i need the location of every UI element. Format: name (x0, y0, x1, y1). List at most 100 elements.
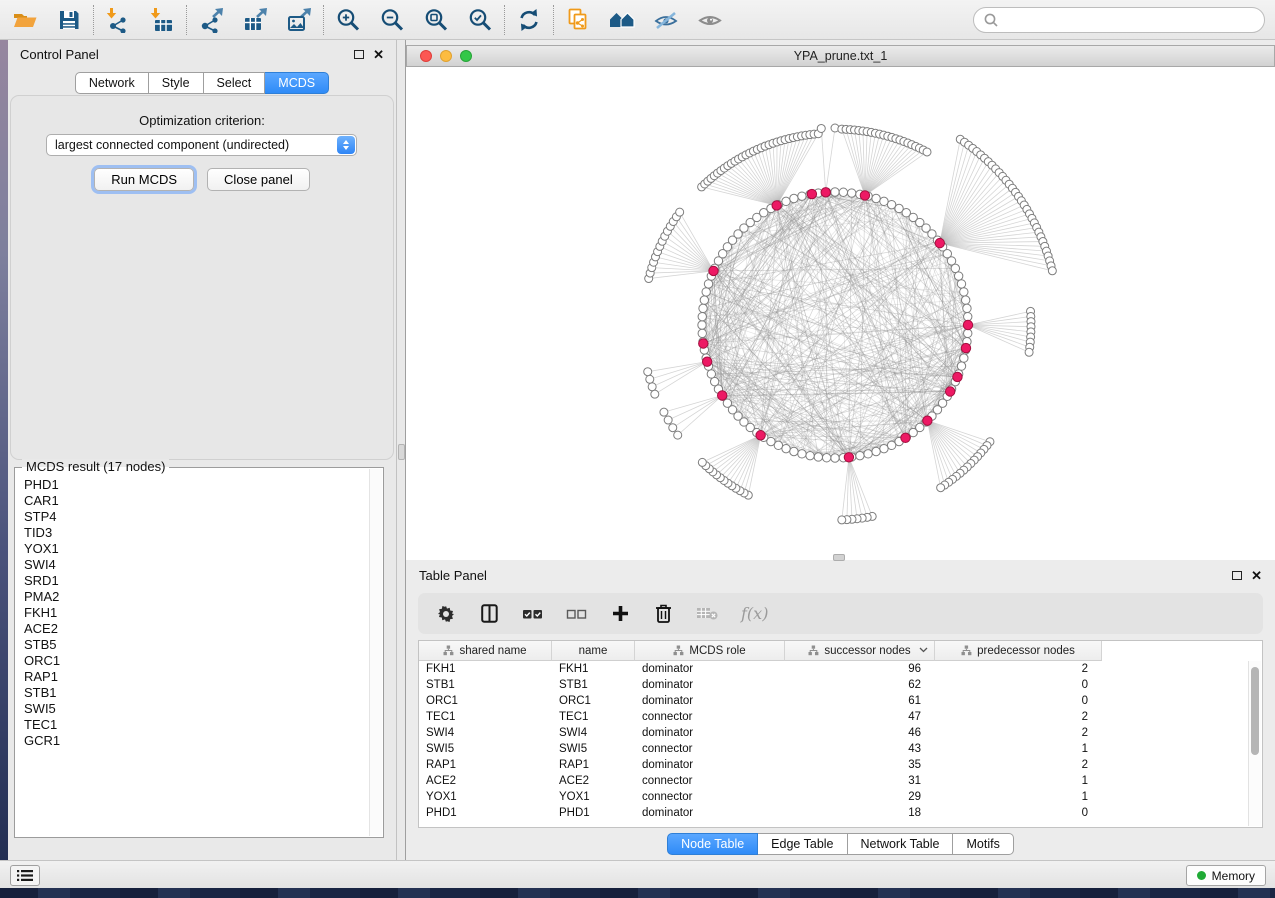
network-scrollbar-thumb[interactable] (833, 554, 845, 561)
ring-node[interactable] (790, 447, 798, 455)
mcds-hub-node[interactable] (709, 266, 718, 275)
memory-button[interactable]: Memory (1186, 865, 1266, 886)
ring-node[interactable] (964, 312, 972, 320)
export-table-button[interactable] (240, 5, 270, 35)
task-history-button[interactable] (10, 865, 40, 886)
leaf-node[interactable] (651, 390, 659, 398)
ring-node[interactable] (698, 321, 706, 329)
mcds-node-item[interactable]: ACE2 (24, 621, 383, 637)
deselect-all-button[interactable] (566, 602, 587, 626)
leaf-node[interactable] (646, 375, 654, 383)
leaf-node[interactable] (676, 208, 684, 216)
ring-node[interactable] (700, 296, 708, 304)
mcds-node-item[interactable]: STB1 (24, 685, 383, 701)
mcds-hub-node[interactable] (935, 238, 944, 247)
window-zoom-button[interactable] (460, 50, 472, 62)
network-overview-button[interactable] (607, 5, 637, 35)
run-mcds-button[interactable]: Run MCDS (94, 168, 194, 191)
tab-node-table[interactable]: Node Table (667, 833, 758, 855)
mcds-node-item[interactable]: SWI5 (24, 701, 383, 717)
ring-node[interactable] (864, 450, 872, 458)
ring-node[interactable] (961, 296, 969, 304)
close-panel-icon[interactable]: ✕ (1251, 569, 1262, 582)
mcds-node-item[interactable]: SRD1 (24, 573, 383, 589)
table-options-button[interactable] (436, 602, 456, 626)
zoom-out-button[interactable] (377, 5, 407, 35)
mcds-hub-node[interactable] (953, 372, 962, 381)
table-row[interactable]: ORC1ORC1dominator610 (419, 693, 1262, 709)
hide-selected-button[interactable] (651, 5, 681, 35)
mcds-hub-node[interactable] (961, 343, 970, 352)
ring-node[interactable] (831, 454, 839, 462)
function-builder-button[interactable]: f(x) (741, 602, 768, 626)
ring-node[interactable] (957, 280, 965, 288)
mcds-node-item[interactable]: STP4 (24, 509, 383, 525)
leaf-node[interactable] (698, 458, 706, 466)
ring-node[interactable] (963, 304, 971, 312)
column-header-successor-nodes[interactable]: successor nodes (785, 641, 935, 661)
leaf-node[interactable] (817, 124, 825, 132)
mcds-hub-node[interactable] (923, 416, 932, 425)
zoom-in-button[interactable] (333, 5, 363, 35)
ring-node[interactable] (702, 288, 710, 296)
close-panel-icon[interactable]: ✕ (373, 48, 384, 61)
mcds-hub-node[interactable] (963, 320, 972, 329)
ring-node[interactable] (822, 454, 830, 462)
network-canvas[interactable] (406, 67, 1275, 560)
mcds-node-item[interactable]: FKH1 (24, 605, 383, 621)
table-row[interactable]: YOX1YOX1connector291 (419, 789, 1262, 805)
show-all-button[interactable] (695, 5, 725, 35)
tab-style[interactable]: Style (149, 72, 204, 94)
table-row[interactable]: RAP1RAP1dominator352 (419, 757, 1262, 773)
import-table-button[interactable] (147, 5, 177, 35)
ring-node[interactable] (704, 280, 712, 288)
tab-select[interactable]: Select (204, 72, 266, 94)
ring-node[interactable] (798, 192, 806, 200)
leaf-node[interactable] (1048, 267, 1056, 275)
leaf-node[interactable] (674, 431, 682, 439)
ring-node[interactable] (847, 189, 855, 197)
mcds-hub-node[interactable] (718, 391, 727, 400)
create-column-button[interactable] (610, 602, 630, 626)
tab-network-table[interactable]: Network Table (848, 833, 954, 855)
zoom-fit-button[interactable] (421, 5, 451, 35)
leaf-node[interactable] (669, 424, 677, 432)
ring-node[interactable] (951, 264, 959, 272)
mcds-node-item[interactable]: TEC1 (24, 717, 383, 733)
float-panel-icon[interactable] (1232, 571, 1242, 580)
ring-node[interactable] (839, 188, 847, 196)
panel-splitter[interactable] (397, 40, 406, 860)
mcds-hub-node[interactable] (945, 387, 954, 396)
mcds-node-item[interactable]: STB5 (24, 637, 383, 653)
close-panel-button[interactable]: Close panel (207, 168, 310, 191)
mcds-hub-node[interactable] (772, 201, 781, 210)
window-close-button[interactable] (420, 50, 432, 62)
table-row[interactable]: STB1STB1dominator620 (419, 677, 1262, 693)
column-header-predecessor-nodes[interactable]: predecessor nodes (935, 641, 1102, 661)
select-all-button[interactable] (522, 602, 543, 626)
delete-column-button[interactable] (653, 602, 673, 626)
ring-node[interactable] (960, 288, 968, 296)
tab-mcds[interactable]: MCDS (265, 72, 329, 94)
leaf-node[interactable] (923, 148, 931, 156)
mcds-node-item[interactable]: YOX1 (24, 541, 383, 557)
mcds-node-item[interactable]: TID3 (24, 525, 383, 541)
mcds-node-item[interactable]: GCR1 (24, 733, 383, 749)
copy-style-button[interactable] (563, 5, 593, 35)
save-session-button[interactable] (54, 5, 84, 35)
leaf-node[interactable] (937, 484, 945, 492)
apply-layout-button[interactable] (514, 5, 544, 35)
ring-node[interactable] (960, 354, 968, 362)
open-file-button[interactable] (10, 5, 40, 35)
mcds-hub-node[interactable] (807, 189, 816, 198)
leaf-node[interactable] (838, 516, 846, 524)
table-row[interactable]: SWI5SWI5connector431 (419, 741, 1262, 757)
export-network-button[interactable] (196, 5, 226, 35)
ring-node[interactable] (887, 441, 895, 449)
mcds-node-item[interactable]: ORC1 (24, 653, 383, 669)
ring-node[interactable] (954, 272, 962, 280)
mcds-node-item[interactable]: PMA2 (24, 589, 383, 605)
leaf-node[interactable] (1025, 348, 1033, 356)
ring-node[interactable] (698, 312, 706, 320)
tab-network[interactable]: Network (75, 72, 149, 94)
